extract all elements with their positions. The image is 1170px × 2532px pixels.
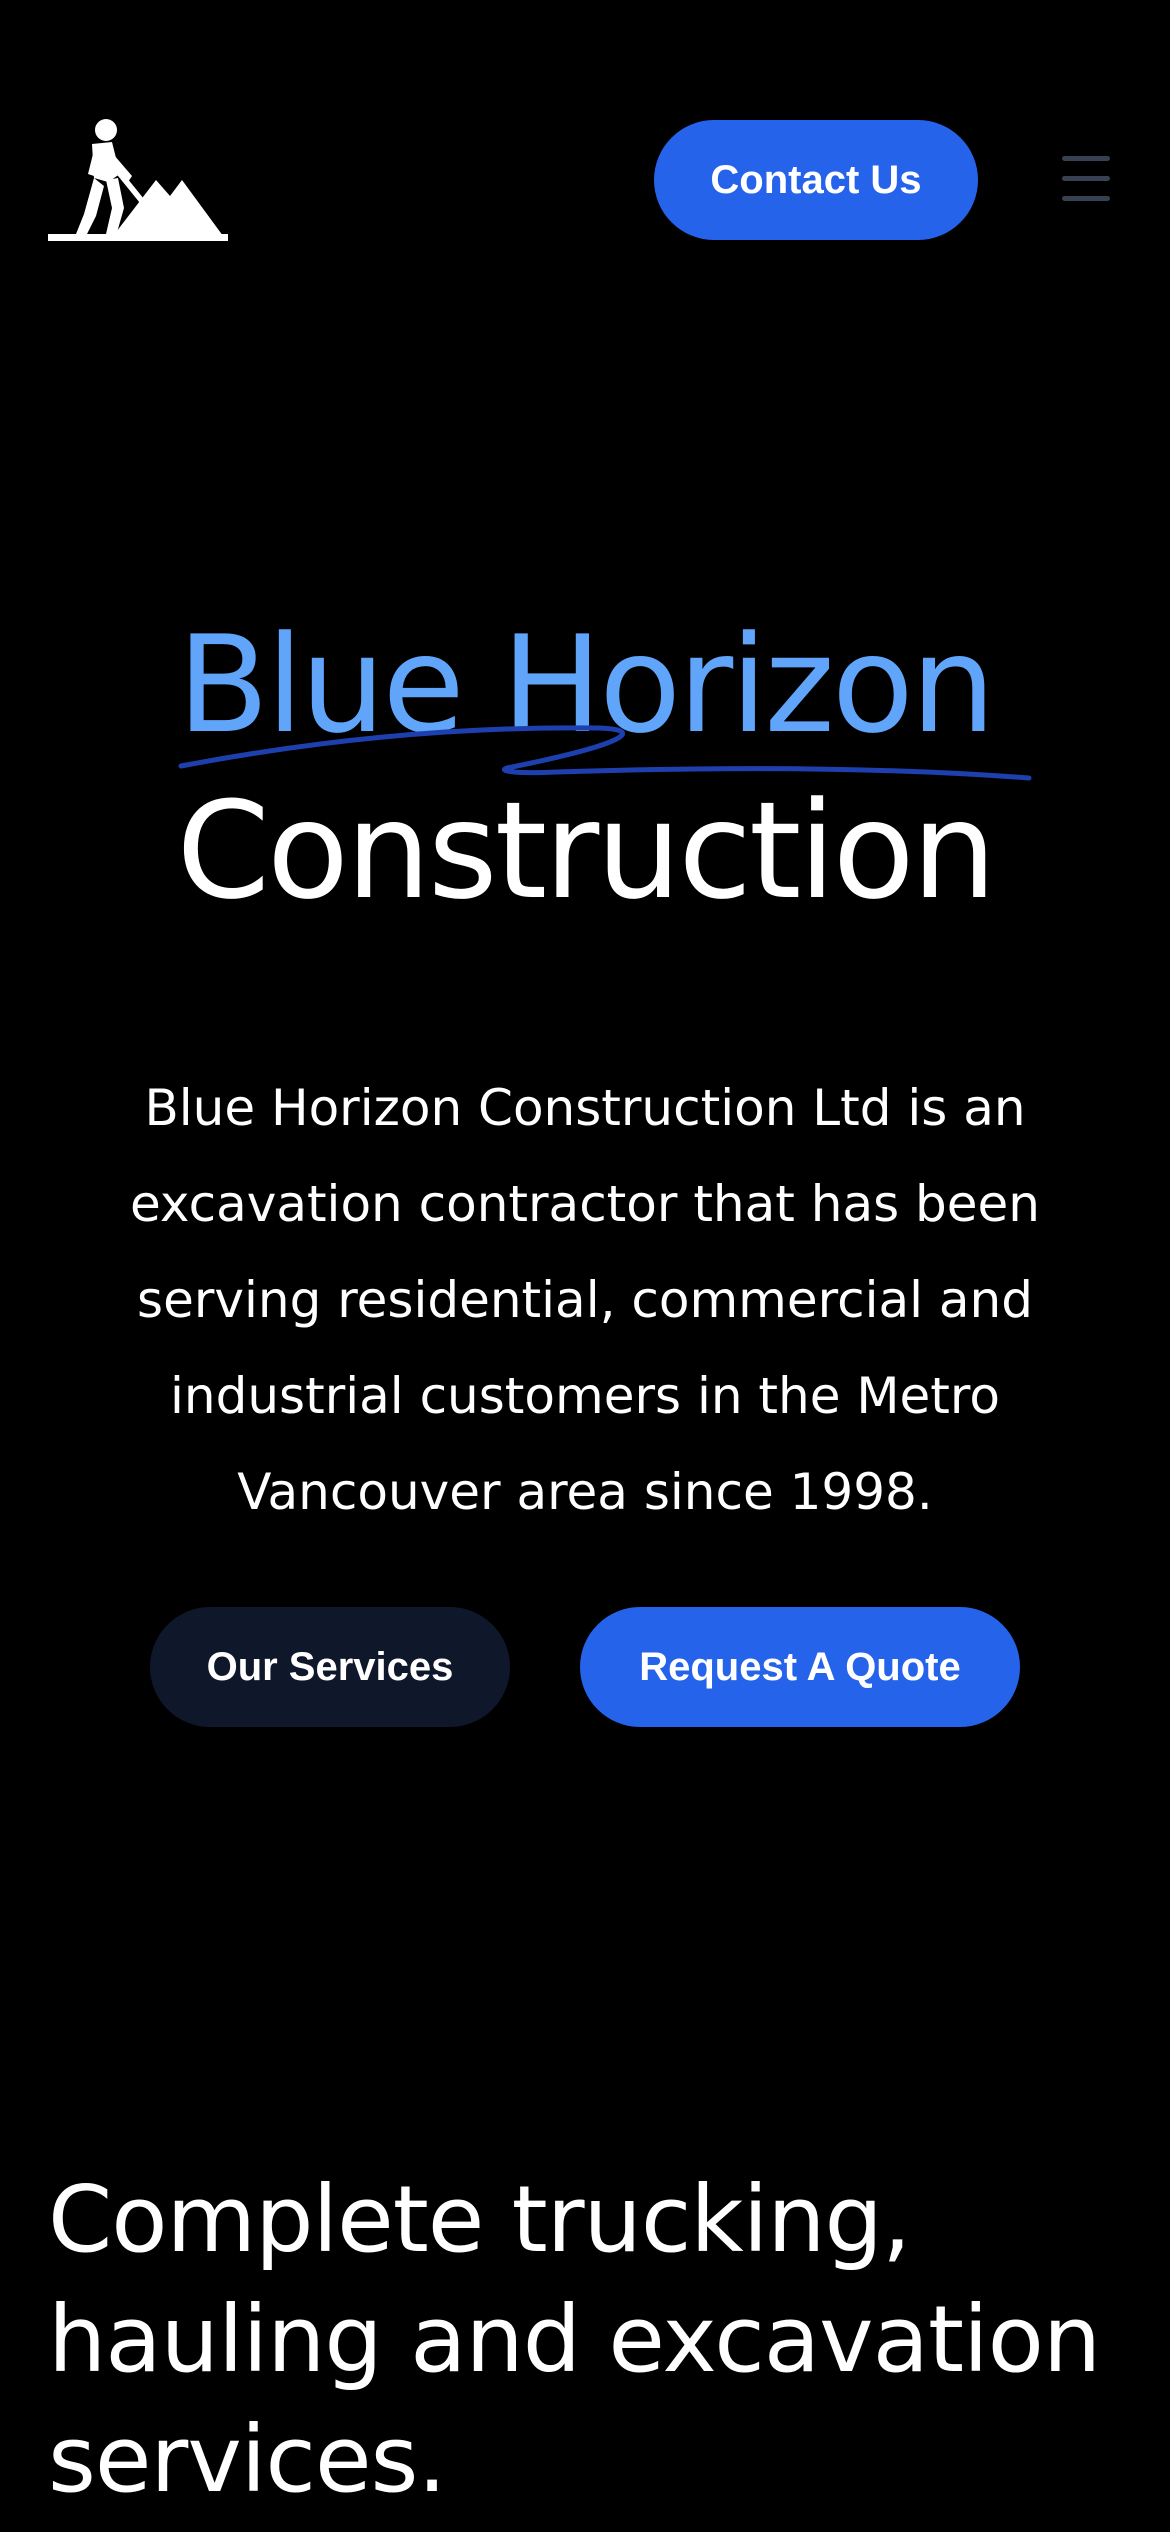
- services-section-heading: Complete trucking, hauling and excavatio…: [48, 2166, 1101, 2513]
- contact-us-button[interactable]: Contact Us: [654, 120, 978, 240]
- hamburger-menu-icon[interactable]: [1058, 152, 1114, 204]
- hero-description: Blue Horizon Construction Ltd is an exca…: [130, 1079, 1040, 1521]
- hero-title-line1: Blue Horizon: [177, 600, 1032, 781]
- our-services-button[interactable]: Our Services: [150, 1607, 510, 1727]
- worker-digging-icon: [48, 119, 228, 241]
- site-header: Contact Us: [0, 0, 1170, 300]
- hero-title: Blue Horizon Construction: [0, 600, 1170, 936]
- company-logo[interactable]: [48, 118, 228, 242]
- underline-swoosh-icon: [178, 725, 1032, 781]
- hero-actions: Our Services Request A Quote: [0, 1607, 1170, 1727]
- request-quote-button[interactable]: Request A Quote: [580, 1607, 1020, 1727]
